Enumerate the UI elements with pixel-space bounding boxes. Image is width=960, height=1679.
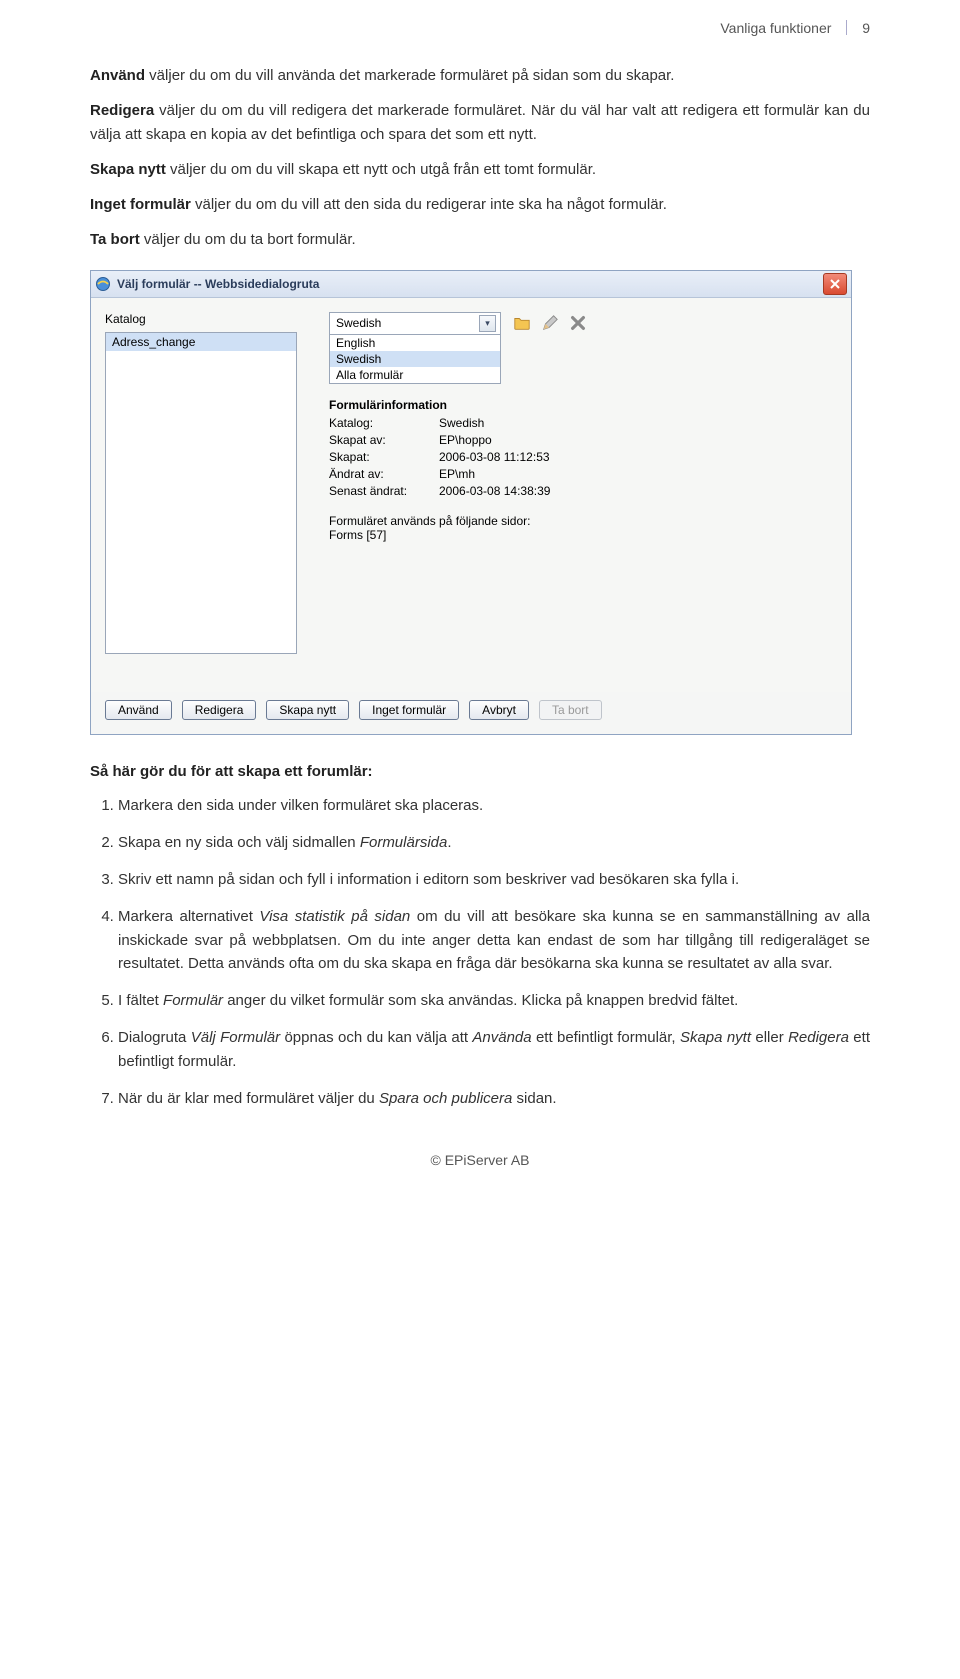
term-redigera: Redigera [90, 102, 154, 119]
step-6-i2: Använda [472, 1029, 531, 1046]
form-info-grid: Katalog:Swedish Skapat av:EP\hoppo Skapa… [329, 416, 837, 498]
para-skapa-nytt: Skapa nytt väljer du om du vill skapa et… [90, 158, 870, 181]
header-separator [846, 20, 847, 35]
form-info: Formulärinformation Katalog:Swedish Skap… [329, 398, 837, 542]
step-4-a: Markera alternativet [118, 908, 259, 925]
page-header: Vanliga funktioner 9 [90, 20, 870, 36]
info-val: EP\mh [439, 467, 837, 481]
dialog-left-pane: Katalog Adress_change [105, 312, 305, 682]
para-redigera: Redigera väljer du om du vill redigera d… [90, 99, 870, 146]
info-key: Senast ändrat: [329, 484, 439, 498]
step-5-i: Formulär [163, 992, 223, 1009]
katalog-row: Swedish ▾ English Swedish Alla formulär [329, 312, 837, 384]
step-5-a: I fältet [118, 992, 163, 1009]
dialog-screenshot: Välj formulär -- Webbsidedialogruta Kata… [90, 270, 870, 735]
info-val: EP\hoppo [439, 433, 837, 447]
para-inget-formular: Inget formulär väljer du om du vill att … [90, 193, 870, 216]
step-6-a: Dialogruta [118, 1029, 191, 1046]
dialog-footer: Använd Redigera Skapa nytt Inget formulä… [91, 692, 851, 734]
step-7-b: sidan. [512, 1090, 556, 1107]
redigera-button[interactable]: Redigera [182, 700, 257, 720]
info-val: 2006-03-08 14:38:39 [439, 484, 837, 498]
ie-icon [95, 276, 111, 292]
anvand-button[interactable]: Använd [105, 700, 172, 720]
select-form-dialog: Välj formulär -- Webbsidedialogruta Kata… [90, 270, 852, 735]
list-item[interactable]: Adress_change [106, 333, 296, 351]
page-number: 9 [862, 20, 870, 36]
step-2-i: Formulärsida [360, 834, 448, 851]
term-inget-formular: Inget formulär [90, 196, 191, 213]
steps-list: Markera den sida under vilken formuläret… [90, 794, 870, 1111]
text-anvand: väljer du om du vill använda det markera… [145, 67, 674, 84]
step-6-d: eller [751, 1029, 788, 1046]
info-val: 2006-03-08 11:12:53 [439, 450, 837, 464]
step-2-b: . [447, 834, 451, 851]
step-3-text: Skriv ett namn på sidan och fyll i infor… [118, 871, 739, 888]
step-7-a: När du är klar med formuläret väljer du [118, 1090, 379, 1107]
folder-icon[interactable] [513, 314, 531, 335]
close-icon [830, 279, 840, 289]
step-1: Markera den sida under vilken formuläret… [118, 794, 870, 817]
step-7: När du är klar med formuläret väljer du … [118, 1087, 870, 1110]
info-key: Skapat: [329, 450, 439, 464]
text-inget-formular: väljer du om du vill att den sida du red… [191, 196, 667, 213]
form-info-usage: Formuläret används på följande sidor: Fo… [329, 514, 837, 542]
iconbar [513, 312, 587, 335]
inget-formular-button[interactable]: Inget formulär [359, 700, 459, 720]
step-3: Skriv ett namn på sidan och fyll i infor… [118, 868, 870, 891]
step-6-i1: Välj Formulär [191, 1029, 280, 1046]
skapa-nytt-button[interactable]: Skapa nytt [266, 700, 349, 720]
info-key: Skapat av: [329, 433, 439, 447]
avbryt-button[interactable]: Avbryt [469, 700, 529, 720]
term-ta-bort: Ta bort [90, 231, 140, 248]
katalog-selected[interactable]: Swedish ▾ [330, 313, 500, 335]
form-listbox[interactable]: Adress_change [105, 332, 297, 654]
para-anvand: Använd väljer du om du vill använda det … [90, 64, 870, 87]
form-info-heading: Formulärinformation [329, 398, 837, 412]
katalog-option[interactable]: Alla formulär [330, 367, 500, 383]
katalog-option[interactable]: English [330, 335, 500, 351]
katalog-option[interactable]: Swedish [330, 351, 500, 367]
dialog-right-pane: Swedish ▾ English Swedish Alla formulär [329, 312, 837, 682]
step-6-c: ett befintligt formulär, [532, 1029, 680, 1046]
copyright-footer: © EPiServer AB [90, 1152, 870, 1168]
usage-value: Forms [57] [329, 528, 837, 542]
katalog-selected-value: Swedish [336, 316, 381, 330]
info-key: Katalog: [329, 416, 439, 430]
section-title: Vanliga funktioner [720, 20, 831, 36]
step-5-b: anger du vilket formulär som ska använda… [223, 992, 738, 1009]
dialog-titlebar: Välj formulär -- Webbsidedialogruta [91, 271, 851, 298]
step-6: Dialogruta Välj Formulär öppnas och du k… [118, 1026, 870, 1073]
dialog-body: Katalog Adress_change Swedish ▾ English [91, 298, 851, 692]
term-skapa-nytt: Skapa nytt [90, 161, 166, 178]
step-2-a: Skapa en ny sida och välj sidmallen [118, 834, 360, 851]
text-skapa-nytt: väljer du om du vill skapa ett nytt och … [166, 161, 596, 178]
step-2: Skapa en ny sida och välj sidmallen Form… [118, 831, 870, 854]
step-4-i: Visa statistik på sidan [259, 908, 410, 925]
term-anvand: Använd [90, 67, 145, 84]
text-ta-bort: väljer du om du ta bort formulär. [140, 231, 356, 248]
pencil-icon[interactable] [541, 314, 559, 335]
step-6-b: öppnas och du kan välja att [280, 1029, 472, 1046]
chevron-down-icon: ▾ [479, 315, 496, 332]
step-5: I fältet Formulär anger du vilket formul… [118, 989, 870, 1012]
close-button[interactable] [823, 273, 847, 295]
usage-line: Formuläret används på följande sidor: [329, 514, 837, 528]
info-val: Swedish [439, 416, 837, 430]
step-7-i: Spara och publicera [379, 1090, 512, 1107]
para-ta-bort: Ta bort väljer du om du ta bort formulär… [90, 228, 870, 251]
step-6-i4: Redigera [788, 1029, 849, 1046]
info-key: Ändrat av: [329, 467, 439, 481]
step-6-i3: Skapa nytt [680, 1029, 751, 1046]
text-redigera: väljer du om du vill redigera det marker… [90, 102, 870, 142]
steps-heading: Så här gör du för att skapa ett forumlär… [90, 763, 870, 780]
katalog-label: Katalog [105, 312, 305, 326]
step-4: Markera alternativet Visa statistik på s… [118, 905, 870, 975]
dialog-title: Välj formulär -- Webbsidedialogruta [117, 277, 823, 291]
katalog-dropdown[interactable]: Swedish ▾ English Swedish Alla formulär [329, 312, 501, 384]
ta-bort-button: Ta bort [539, 700, 602, 720]
step-1-text: Markera den sida under vilken formuläret… [118, 797, 483, 814]
delete-x-icon[interactable] [569, 314, 587, 335]
